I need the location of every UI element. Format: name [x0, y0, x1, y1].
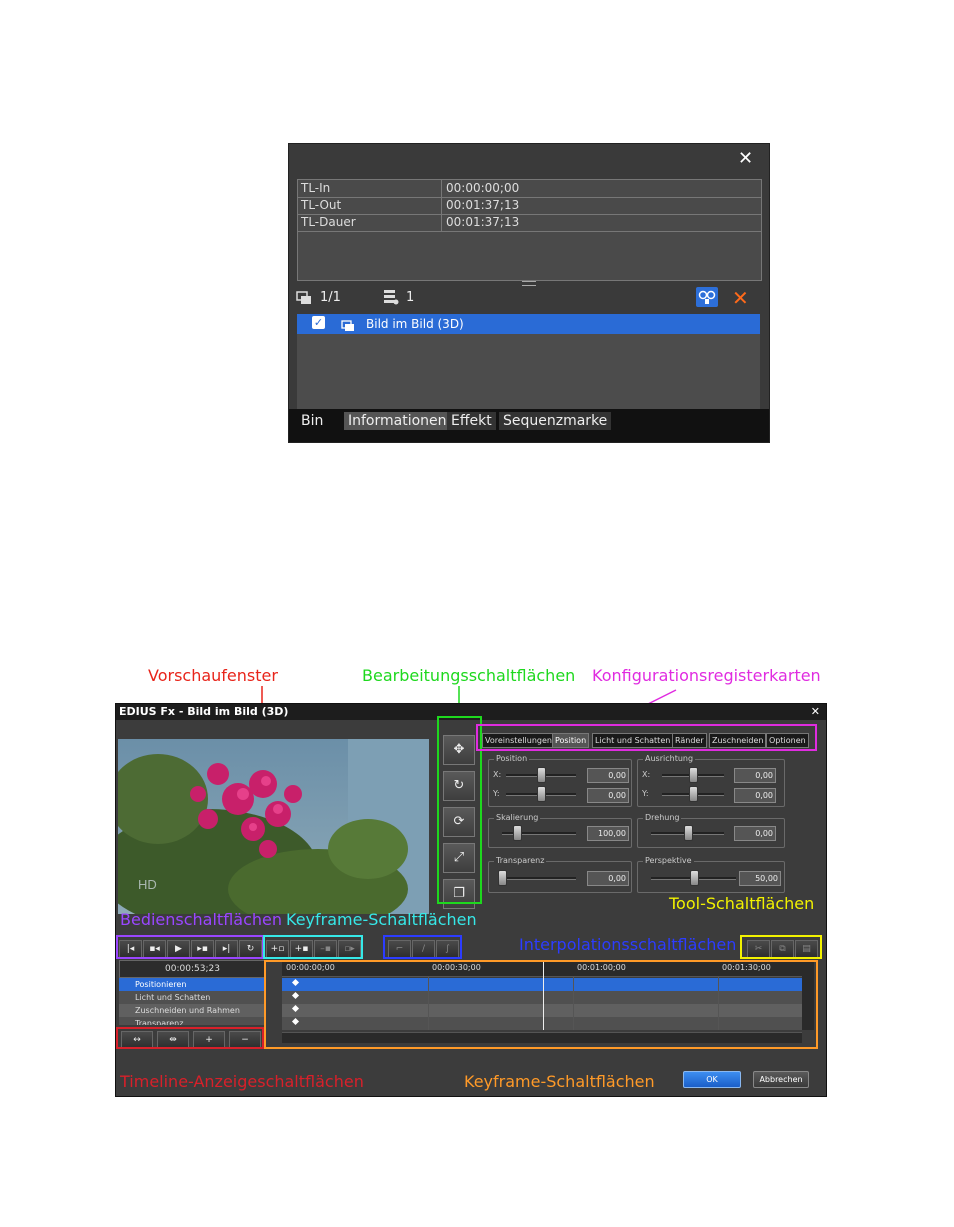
track-row[interactable]: Transparenz — [119, 1017, 264, 1025]
y-axis-label: Y: — [493, 789, 500, 798]
scale-group: Skalierung 100,00 — [488, 813, 632, 848]
ok-button[interactable]: OK — [683, 1071, 741, 1088]
alignment-x-slider[interactable] — [689, 767, 698, 783]
alignment-y-slider[interactable] — [689, 786, 698, 802]
alignment-x-field[interactable]: 0,00 — [734, 768, 776, 783]
highlight-timeline-buttons — [116, 1027, 264, 1049]
position-group: Position X: 0,00 Y: 0,00 — [488, 754, 632, 807]
perspective-field[interactable]: 50,00 — [739, 871, 781, 886]
perspective-group: Perspektive 50,00 — [637, 856, 785, 893]
group-label: Transparenz — [494, 856, 547, 865]
position-y-field[interactable]: 0,00 — [587, 788, 629, 803]
highlight-tool-buttons — [740, 935, 822, 959]
annotation-control-buttons: Bedienschaltflächen — [120, 910, 283, 929]
rotation-group: Drehung 0,00 — [637, 813, 785, 848]
group-label: Drehung — [643, 813, 682, 822]
highlight-keyframe-timeline — [264, 960, 818, 1049]
transparency-field[interactable]: 0,00 — [587, 871, 629, 886]
track-row[interactable]: Positionieren — [119, 978, 264, 991]
annotation-tool-buttons: Tool-Schaltflächen — [669, 894, 815, 913]
position-x-field[interactable]: 0,00 — [587, 768, 629, 783]
alignment-y-field[interactable]: 0,00 — [734, 788, 776, 803]
perspective-slider[interactable] — [689, 870, 699, 886]
highlight-keyframe-buttons — [263, 935, 363, 959]
annotation-timeline-buttons: Timeline-Anzeigeschaltflächen — [120, 1072, 364, 1091]
annotation-interpolation-buttons: Interpolationsschaltflächen — [519, 935, 737, 954]
preview-window: HD — [118, 739, 429, 914]
highlight-control-buttons — [116, 935, 264, 959]
track-row[interactable]: Zuschneiden und Rahmen — [119, 1004, 264, 1017]
group-label: Perspektive — [643, 856, 694, 865]
y-axis-label: Y: — [642, 789, 649, 798]
timecode-display: 00:00:53;23 — [119, 960, 266, 978]
preview-image: HD — [118, 739, 429, 914]
slider-track — [502, 877, 576, 880]
group-label: Skalierung — [494, 813, 541, 822]
annotation-keyframe-buttons-bottom: Keyframe-Schaltflächen — [464, 1072, 655, 1091]
highlight-interpolation-buttons — [383, 935, 462, 959]
close-icon[interactable]: ✕ — [811, 704, 820, 720]
x-axis-label: X: — [493, 770, 502, 779]
position-x-slider[interactable] — [537, 767, 546, 783]
rotation-slider[interactable] — [683, 825, 693, 841]
highlight-config-tabs — [476, 724, 817, 751]
annotation-keyframe-buttons-top: Keyframe-Schaltflächen — [286, 910, 477, 929]
transparency-group: Transparenz 0,00 — [488, 856, 632, 893]
group-label: Ausrichtung — [643, 754, 696, 763]
watermark: HD — [138, 877, 157, 892]
transparency-slider[interactable] — [498, 870, 507, 886]
scale-field[interactable]: 100,00 — [587, 826, 629, 841]
dialog-title: EDIUS Fx - Bild im Bild (3D) — [119, 705, 289, 718]
rotation-field[interactable]: 0,00 — [734, 826, 776, 841]
x-axis-label: X: — [642, 770, 651, 779]
group-label: Position — [494, 754, 530, 763]
position-y-slider[interactable] — [537, 786, 546, 802]
track-row[interactable]: Licht und Schatten — [119, 991, 264, 1004]
alignment-group: Ausrichtung X: 0,00 Y: 0,00 — [637, 754, 785, 807]
scale-slider[interactable] — [512, 825, 522, 841]
cancel-button[interactable]: Abbrechen — [753, 1071, 809, 1088]
